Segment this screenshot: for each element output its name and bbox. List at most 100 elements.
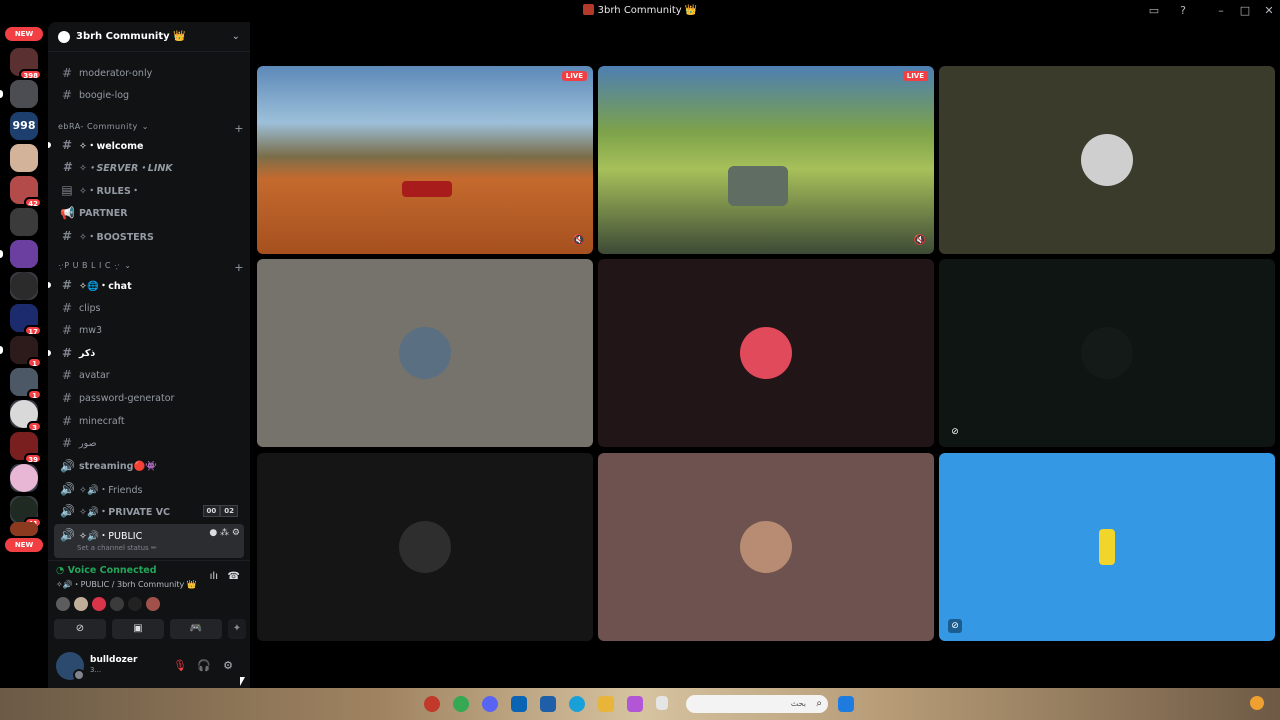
minimize-button[interactable]: – [1213, 3, 1229, 19]
store-icon[interactable] [540, 696, 556, 712]
server-icon[interactable]: 1 [10, 336, 42, 368]
chat-bubble-icon[interactable]: ● [209, 528, 217, 538]
channel-boogie-log[interactable]: # boogie-log [54, 85, 244, 105]
server-icon[interactable]: 1 [10, 368, 42, 400]
discord-icon[interactable] [482, 696, 498, 712]
server-header[interactable]: 3brh Community 👑 ⌄ [48, 22, 250, 52]
channel-chat[interactable]: # ✧🌐・chat [48, 275, 244, 295]
gear-icon[interactable]: ⚙ [220, 658, 236, 674]
add-channel-icon[interactable]: + [234, 261, 244, 274]
server-icon[interactable] [10, 464, 38, 492]
voice-channel-public[interactable]: 🔊 ✧🔊・PUBLIC ● ⁂ ⚙ [54, 524, 244, 558]
edge-icon[interactable] [569, 696, 585, 712]
participant-tile[interactable] [257, 453, 593, 641]
channel-avatar[interactable]: # avatar [54, 365, 244, 385]
participant-tile[interactable] [939, 66, 1275, 254]
voice-panel: ◔ Voice Connected ✧🔊・PUBLIC / 3brh Commu… [48, 560, 250, 646]
voice-channel-friends[interactable]: 🔊 ✧🔊・Friends [54, 479, 244, 499]
invite-icon[interactable]: ⁂ [220, 528, 229, 538]
app-icon[interactable] [627, 696, 643, 712]
channel-server-link[interactable]: # ✧・SERVER・LINK [54, 157, 244, 177]
speaker-icon: 🔊 [60, 459, 75, 473]
server-icon[interactable] [10, 208, 38, 236]
avatar[interactable] [128, 597, 142, 611]
close-button[interactable]: ✕ [1261, 3, 1277, 19]
voice-location[interactable]: ✧🔊・PUBLIC / 3brh Community 👑 [56, 579, 197, 590]
channel-welcome[interactable]: # ✧・welcome [48, 135, 244, 155]
channel-moderator-only[interactable]: # moderator-only [54, 63, 244, 83]
screen-share-button[interactable]: ▣ [112, 619, 164, 639]
soundboard-button[interactable]: ✦ [228, 619, 246, 639]
channel-rules[interactable]: ▤ ✧・RULES・ [54, 180, 244, 200]
mic-muted-icon[interactable]: 🎙 [172, 658, 188, 674]
notepad-icon[interactable] [656, 696, 668, 710]
chevron-down-icon[interactable]: ⌄ [232, 31, 240, 42]
disconnect-icon[interactable]: ☎ [228, 571, 240, 582]
weather-icon[interactable] [1250, 696, 1264, 710]
voice-controls: ılı ☎ [210, 571, 240, 582]
participant-tile[interactable] [257, 259, 593, 447]
inbox-icon[interactable]: ▭ [1146, 3, 1162, 19]
windows-start-icon[interactable] [838, 696, 854, 712]
server-icon[interactable]: 998 [10, 112, 38, 140]
activity-button[interactable]: 🎮 [170, 619, 222, 639]
server-icon[interactable] [10, 240, 38, 268]
server-icon[interactable] [10, 522, 38, 536]
server-icon[interactable]: 398 [10, 48, 42, 80]
gear-icon[interactable]: ⚙ [232, 528, 240, 538]
server-icon[interactable]: 41 [10, 496, 42, 528]
add-channel-icon[interactable]: + [234, 122, 244, 135]
speaker-muted-icon[interactable]: 🔇 [573, 235, 585, 246]
channel-minecraft[interactable]: # minecraft [54, 411, 244, 431]
channel-password-generator[interactable]: # password-generator [54, 388, 244, 408]
channel-suwar[interactable]: # صور [54, 433, 244, 453]
hash-icon: # [61, 368, 73, 382]
server-icon[interactable]: 3 [10, 400, 42, 432]
avatar[interactable] [146, 597, 160, 611]
avatar[interactable] [56, 652, 85, 681]
avatar[interactable] [110, 597, 124, 611]
stream-tile[interactable]: LIVE 🔇 [598, 66, 934, 254]
avatar[interactable] [56, 597, 70, 611]
avatar[interactable] [74, 597, 88, 611]
username[interactable]: bulldozer [90, 655, 137, 665]
voice-channel-streaming[interactable]: 🔊 streaming🔴👾 [54, 456, 244, 476]
participant-tile[interactable] [598, 453, 934, 641]
server-icon[interactable] [10, 80, 38, 108]
server-icon[interactable] [10, 272, 38, 300]
app-icon[interactable] [424, 696, 440, 712]
new-badge: NEW [5, 538, 43, 552]
participant-tile[interactable]: ⊘ [939, 453, 1275, 641]
server-icon[interactable] [10, 144, 38, 172]
avatar[interactable] [92, 597, 106, 611]
chrome-icon[interactable] [453, 696, 469, 712]
channel-clips[interactable]: # clips [54, 298, 244, 318]
noise-suppression-icon[interactable]: ılı [210, 571, 218, 582]
participant-tile[interactable]: ⊘ [939, 259, 1275, 447]
deafened-icon[interactable]: 🎧 [196, 658, 212, 674]
channel-partner[interactable]: 📢 PARTNER [54, 203, 244, 223]
windows-taskbar: بحث ⌕ [0, 688, 1280, 720]
channel-boosters[interactable]: # ✧・BOOSTERS [54, 226, 244, 246]
voice-action-buttons: ⊘ ▣ 🎮 ✦ [54, 619, 246, 639]
outlook-icon[interactable] [511, 696, 527, 712]
channel-dhikr[interactable]: # ذكر [48, 343, 244, 363]
category-public[interactable]: ·͙·P U B L I C ·͙· ⌄ + [58, 261, 244, 274]
channel-status[interactable]: Set a channel status ✏ [77, 544, 157, 552]
participant-tile[interactable] [598, 259, 934, 447]
speaker-muted-icon[interactable]: 🔇 [914, 235, 926, 246]
voice-channel-private-vc[interactable]: 🔊 ✧🔊・PRIVATE VC 00 02 [54, 501, 244, 521]
maximize-button[interactable]: □ [1237, 3, 1253, 19]
file-explorer-icon[interactable] [598, 696, 614, 712]
taskbar-search[interactable]: بحث ⌕ [686, 695, 828, 713]
stream-tile[interactable]: LIVE 🔇 [257, 66, 593, 254]
server-icon[interactable]: 39 [10, 432, 42, 464]
user-limit-indicator: 00 02 [202, 505, 238, 517]
category-community[interactable]: ebRA- Community ⌄ + [58, 122, 244, 135]
help-icon[interactable]: ? [1175, 3, 1191, 19]
server-icon[interactable]: 17 [10, 304, 42, 336]
channel-mw3[interactable]: # mw3 [54, 320, 244, 340]
chevron-down-icon: ⌄ [141, 122, 149, 131]
server-icon[interactable]: 42 [10, 176, 42, 208]
camera-off-button[interactable]: ⊘ [54, 619, 106, 639]
